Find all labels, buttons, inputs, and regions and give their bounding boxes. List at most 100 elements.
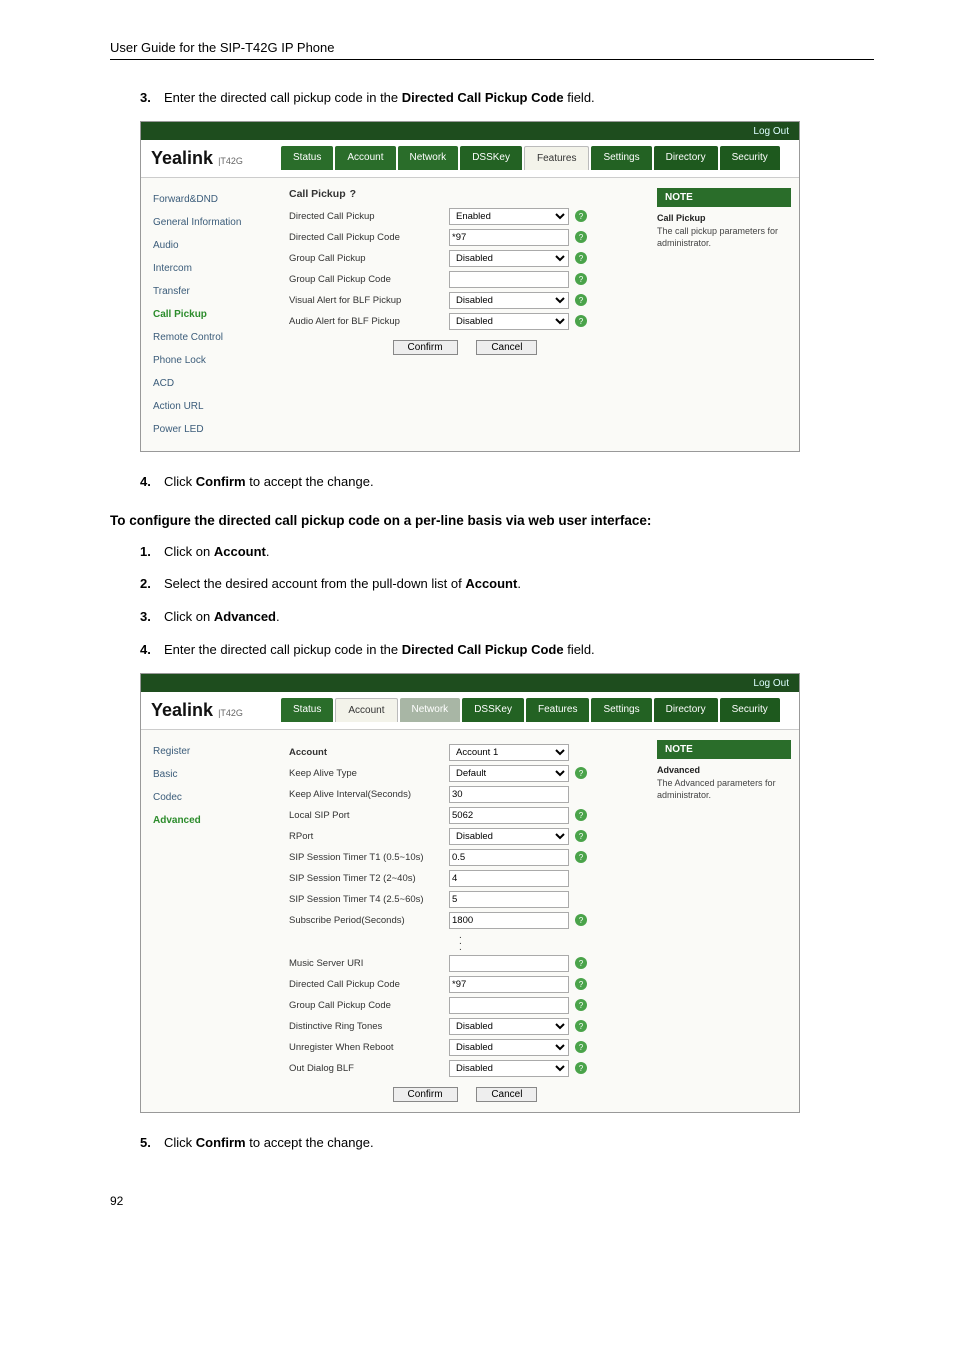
field-select[interactable]: Disabled	[449, 1039, 569, 1056]
tab-features[interactable]: Features	[526, 698, 589, 722]
cancel-button[interactable]: Cancel	[476, 1087, 537, 1102]
sidebar-item-advanced[interactable]: Advanced	[141, 809, 281, 832]
tab-directory[interactable]: Directory	[654, 146, 718, 170]
screenshot-account-advanced: Log Out Yealink |T42G Status Account Net…	[140, 673, 800, 1113]
text-fragment: to accept the change.	[246, 474, 374, 489]
tab-network[interactable]: Network	[398, 146, 459, 170]
field-select[interactable]: Disabled	[449, 1060, 569, 1077]
field-input[interactable]	[449, 997, 569, 1014]
help-icon[interactable]: ?	[575, 1020, 587, 1032]
help-icon[interactable]: ?	[575, 252, 587, 264]
tab-account[interactable]: Account	[335, 698, 397, 722]
form-row: Unregister When RebootDisabled?	[289, 1039, 641, 1056]
help-icon[interactable]: ?	[575, 767, 587, 779]
help-icon[interactable]: ?	[575, 210, 587, 222]
step-number: 3.	[140, 607, 164, 628]
field-input[interactable]	[449, 976, 569, 993]
help-icon[interactable]: ?	[575, 999, 587, 1011]
text-bold: Account	[214, 544, 266, 559]
tab-network[interactable]: Network	[400, 698, 461, 722]
help-icon[interactable]: ?	[575, 809, 587, 821]
sidebar-item-power-led[interactable]: Power LED	[141, 418, 281, 441]
help-icon[interactable]: ?	[575, 851, 587, 863]
sidebar-item-audio[interactable]: Audio	[141, 234, 281, 257]
step-text: Click Confirm to accept the change.	[164, 1133, 874, 1154]
sidebar-item-remote-control[interactable]: Remote Control	[141, 326, 281, 349]
help-icon[interactable]: ?	[575, 231, 587, 243]
cancel-button[interactable]: Cancel	[476, 340, 537, 355]
help-icon[interactable]: ?	[575, 1041, 587, 1053]
field-input[interactable]	[449, 807, 569, 824]
sidebar-item-forward-dnd[interactable]: Forward&DND	[141, 188, 281, 211]
sidebar-item-basic[interactable]: Basic	[141, 763, 281, 786]
field-input[interactable]	[449, 870, 569, 887]
sidebar-item-phone-lock[interactable]: Phone Lock	[141, 349, 281, 372]
field-input[interactable]	[449, 955, 569, 972]
page-number: 92	[110, 1194, 874, 1208]
logout-link[interactable]: Log Out	[141, 122, 799, 140]
logo-model: T42G	[220, 708, 243, 718]
note-column: NOTE Call Pickup The call pickup paramet…	[649, 178, 799, 451]
tab-security[interactable]: Security	[720, 698, 780, 722]
logout-link[interactable]: Log Out	[141, 674, 799, 692]
tab-directory[interactable]: Directory	[654, 698, 718, 722]
sidebar-item-general-info[interactable]: General Information	[141, 211, 281, 234]
field-input[interactable]	[449, 229, 569, 246]
sidebar-item-call-pickup[interactable]: Call Pickup	[141, 303, 281, 326]
help-icon[interactable]: ?	[575, 1062, 587, 1074]
tab-dsskey[interactable]: DSSKey	[460, 146, 522, 170]
tab-dsskey[interactable]: DSSKey	[462, 698, 524, 722]
field-label: Keep Alive Interval(Seconds)	[289, 789, 449, 800]
field-select[interactable]: Disabled	[449, 313, 569, 330]
tab-account[interactable]: Account	[335, 146, 395, 170]
step-number: 5.	[140, 1133, 164, 1154]
sidebar-item-codec[interactable]: Codec	[141, 786, 281, 809]
side-menu: Register Basic Codec Advanced	[141, 730, 281, 1112]
help-icon[interactable]: ?	[575, 957, 587, 969]
field-label: Directed Call Pickup Code	[289, 979, 449, 990]
field-input[interactable]	[449, 849, 569, 866]
help-icon[interactable]: ?	[575, 978, 587, 990]
tab-status[interactable]: Status	[281, 698, 333, 722]
help-icon[interactable]: ?	[575, 315, 587, 327]
tab-settings[interactable]: Settings	[591, 698, 651, 722]
sidebar-item-register[interactable]: Register	[141, 740, 281, 763]
text-bold: Directed Call Pickup Code	[402, 642, 564, 657]
field-input[interactable]	[449, 786, 569, 803]
help-icon[interactable]: ?	[575, 914, 587, 926]
field-select[interactable]: Disabled	[449, 250, 569, 267]
help-icon[interactable]: ?	[575, 294, 587, 306]
tab-settings[interactable]: Settings	[591, 146, 651, 170]
form-row: Music Server URI?	[289, 955, 641, 972]
main-tabs: Status Account Network DSSKey Features S…	[281, 146, 782, 170]
field-input[interactable]	[449, 912, 569, 929]
tab-security[interactable]: Security	[720, 146, 780, 170]
field-select[interactable]: Disabled	[449, 292, 569, 309]
text-bold: Confirm	[196, 1135, 246, 1150]
form-row: Distinctive Ring TonesDisabled?	[289, 1018, 641, 1035]
field-label: SIP Session Timer T2 (2~40s)	[289, 873, 449, 884]
text-fragment: .	[276, 609, 280, 624]
sidebar-item-acd[interactable]: ACD	[141, 372, 281, 395]
account-select[interactable]: Account 1	[449, 744, 569, 761]
tab-features[interactable]: Features	[524, 146, 589, 170]
help-icon[interactable]: ?	[575, 830, 587, 842]
field-select[interactable]: Disabled	[449, 1018, 569, 1035]
field-select[interactable]: Disabled	[449, 828, 569, 845]
help-icon[interactable]: ?	[575, 273, 587, 285]
field-label: Directed Call Pickup Code	[289, 232, 449, 243]
confirm-button[interactable]: Confirm	[393, 340, 458, 355]
tab-status[interactable]: Status	[281, 146, 333, 170]
field-input[interactable]	[449, 891, 569, 908]
form-row: Keep Alive TypeDefault?	[289, 765, 641, 782]
sidebar-item-action-url[interactable]: Action URL	[141, 395, 281, 418]
field-input[interactable]	[449, 271, 569, 288]
help-icon[interactable]: ?	[350, 188, 356, 200]
field-select[interactable]: Default	[449, 765, 569, 782]
field-select[interactable]: Enabled	[449, 208, 569, 225]
form-row: SIP Session Timer T4 (2.5~60s)	[289, 891, 641, 908]
confirm-button[interactable]: Confirm	[393, 1087, 458, 1102]
sidebar-item-transfer[interactable]: Transfer	[141, 280, 281, 303]
step: 3.Click on Advanced.	[140, 607, 874, 628]
sidebar-item-intercom[interactable]: Intercom	[141, 257, 281, 280]
